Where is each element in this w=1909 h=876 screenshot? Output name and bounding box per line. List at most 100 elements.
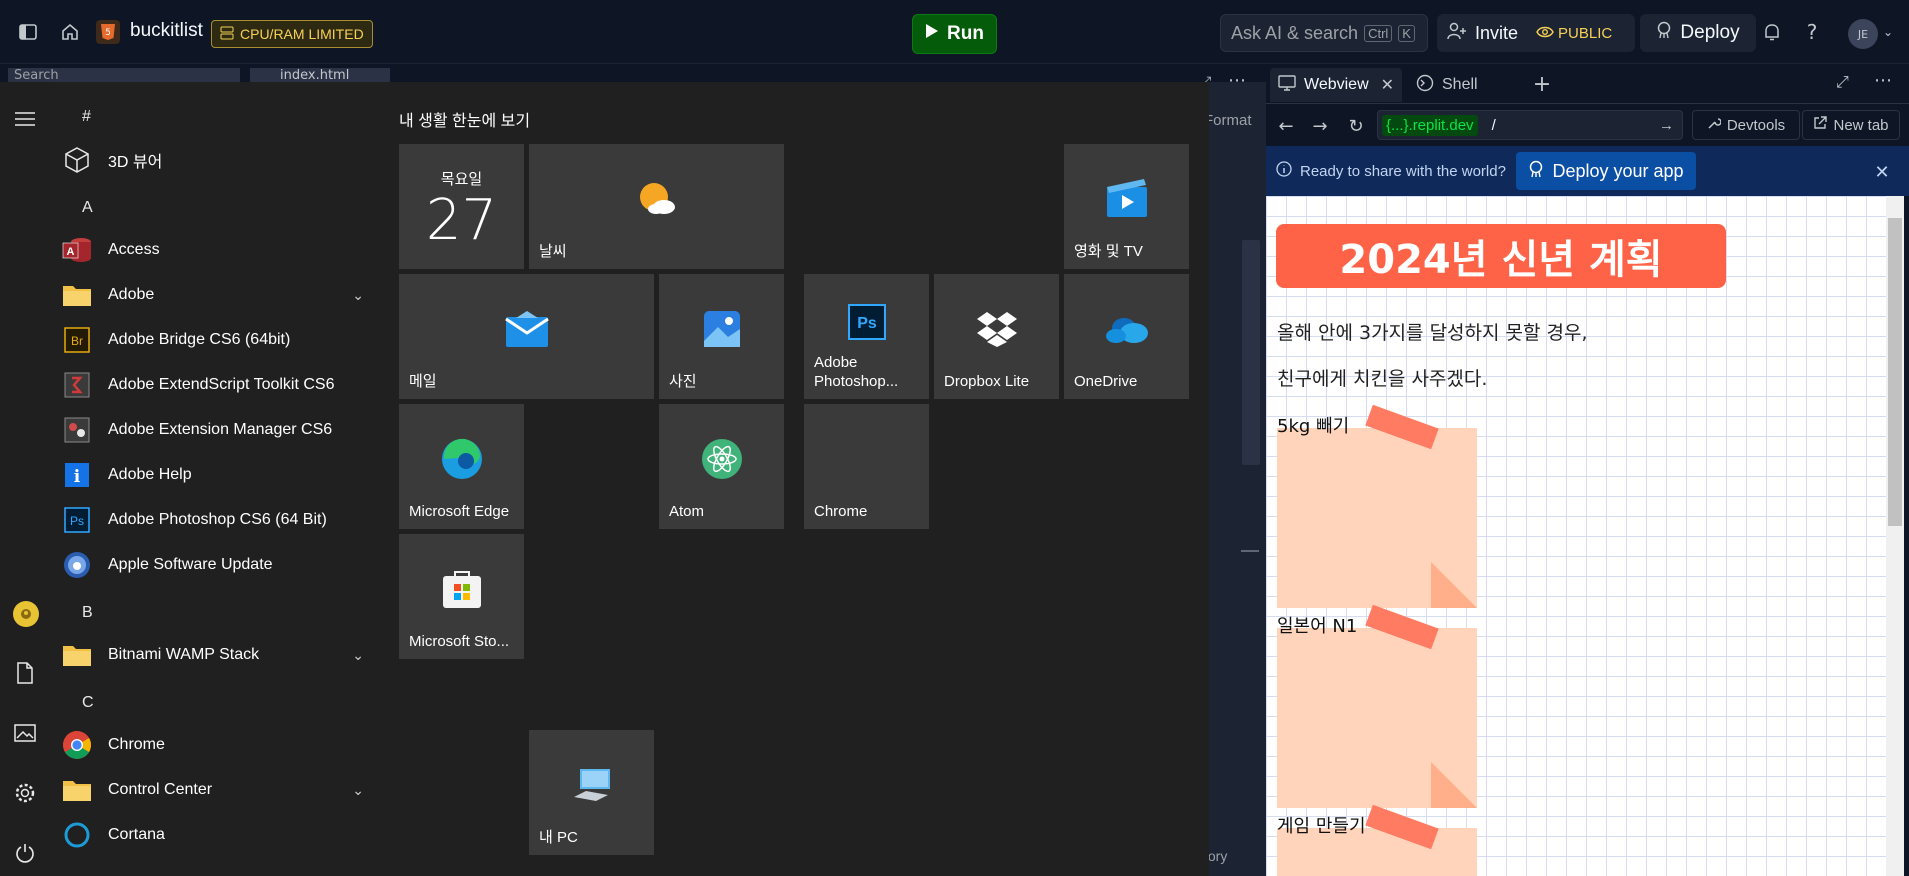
tile-label: 메일 [409, 373, 437, 390]
close-icon[interactable]: ✕ [1381, 75, 1394, 95]
monitor-icon [1278, 74, 1296, 96]
page-scrollbar-thumb[interactable] [1888, 218, 1902, 526]
sidebar-toggle-icon[interactable] [12, 16, 44, 48]
user-account-icon[interactable] [13, 601, 39, 627]
devtools-button[interactable]: Devtools [1692, 110, 1800, 140]
app-item-chrome[interactable]: Chrome [62, 725, 374, 765]
reload-icon[interactable]: ↻ [1342, 112, 1370, 140]
svg-text:Br: Br [71, 334, 83, 348]
go-arrow-icon[interactable]: → [1659, 117, 1674, 134]
tile-weather[interactable]: 날씨 [529, 144, 784, 269]
chevron-down-icon: ⌄ [352, 287, 364, 303]
repl-name[interactable]: buckitlist [130, 20, 203, 42]
expand-icon[interactable]: ⤢ [1836, 72, 1849, 92]
chevron-down-icon[interactable]: ⌄ [1872, 16, 1904, 48]
tile-dropbox[interactable]: Dropbox Lite [934, 274, 1059, 399]
tile-microsoft-store[interactable]: Microsoft Sto... [399, 534, 524, 659]
app-item-adobe-bridge[interactable]: Br Adobe Bridge CS6 (64bit) [62, 320, 374, 360]
format-button[interactable]: Format [1204, 112, 1252, 129]
tile-label: 내 PC [539, 829, 578, 846]
bell-icon[interactable] [1756, 16, 1788, 48]
editor-divider [1241, 550, 1259, 552]
app-folder-control-center[interactable]: Control Center ⌄ [62, 770, 374, 810]
tile-movies-tv[interactable]: 영화 및 TV [1064, 144, 1189, 269]
app-item-label: Adobe Bridge CS6 (64bit) [108, 331, 291, 348]
new-tab-button[interactable]: New tab [1802, 110, 1900, 140]
more-options-icon[interactable]: ⋯ [1228, 70, 1246, 91]
forward-arrow-icon[interactable]: → [1306, 112, 1334, 140]
app-item-cortana[interactable]: Cortana [62, 815, 374, 855]
app-folder-bitnami[interactable]: Bitnami WAMP Stack ⌄ [62, 635, 374, 675]
app-group-letter[interactable]: B [82, 604, 93, 622]
tile-onedrive[interactable]: OneDrive [1064, 274, 1189, 399]
resource-limit-badge[interactable]: CPU/RAM LIMITED [211, 20, 373, 48]
app-folder-adobe[interactable]: Adobe ⌄ [62, 275, 374, 315]
app-item-3d-viewer[interactable]: 3D 뷰어 [62, 140, 374, 180]
more-options-icon[interactable]: ⋯ [1874, 70, 1892, 91]
tile-mail[interactable]: 메일 [399, 274, 654, 399]
store-icon [441, 568, 483, 610]
tile-my-pc[interactable]: 내 PC [529, 730, 654, 855]
run-button[interactable]: Run [912, 14, 997, 54]
goal-label: 일본어 N1 [1277, 616, 1358, 637]
app-item-label: Access [108, 241, 160, 258]
svg-text:5: 5 [105, 28, 111, 38]
deploy-button[interactable]: Deploy [1640, 14, 1756, 52]
tile-photoshop[interactable]: Ps Adobe Photoshop... [804, 274, 929, 399]
home-icon[interactable] [54, 16, 86, 48]
app-group-letter[interactable]: # [82, 108, 91, 126]
server-icon [220, 26, 234, 43]
tile-photos[interactable]: 사진 [659, 274, 784, 399]
ai-search-box[interactable]: Ask AI & search Ctrl K [1220, 14, 1428, 52]
invite-button[interactable]: Invite PUBLIC [1437, 14, 1635, 52]
back-arrow-icon[interactable]: ← [1272, 112, 1300, 140]
access-icon: A [62, 235, 92, 265]
hamburger-menu-icon[interactable] [10, 104, 40, 134]
app-item-access[interactable]: A Access [62, 230, 374, 270]
tab-shell[interactable]: Shell [1408, 68, 1518, 102]
page-title: 2024년 신년 계획 [1276, 224, 1726, 288]
tile-calendar[interactable]: 목요일 27 [399, 144, 524, 269]
app-group-letter[interactable]: A [82, 199, 93, 217]
tile-label: Chrome [814, 503, 868, 520]
app-item-label: Adobe Photoshop CS6 (64 Bit) [108, 511, 327, 528]
documents-icon[interactable] [10, 658, 40, 688]
deploy-your-app-button[interactable]: Deploy your app [1516, 152, 1696, 190]
svg-text:Ps: Ps [70, 514, 84, 528]
app-item-label: Bitnami WAMP Stack [108, 646, 260, 663]
app-group-letter[interactable]: C [82, 694, 94, 712]
pictures-icon[interactable] [10, 718, 40, 748]
weather-icon [634, 179, 680, 219]
cube-icon [62, 145, 92, 175]
app-item-extension-manager[interactable]: Adobe Extension Manager CS6 [62, 410, 374, 450]
tile-group-title[interactable]: 내 생활 한눈에 보기 [399, 107, 530, 131]
mail-icon [504, 309, 550, 349]
tab-webview[interactable]: Webview ✕ [1270, 68, 1402, 102]
tile-atom[interactable]: Atom [659, 404, 784, 529]
shortcut-ctrl: Ctrl [1364, 24, 1393, 42]
page-line-1: 올해 안에 3가지를 달성하지 못할 경우, [1277, 322, 1588, 344]
goal-label: 게임 만들기 [1277, 816, 1366, 837]
add-user-icon [1447, 22, 1467, 45]
visibility-badge[interactable]: PUBLIC [1536, 25, 1612, 42]
url-field[interactable]: {...}.replit.dev / → [1377, 110, 1683, 140]
tile-label: Microsoft Sto... [409, 633, 510, 650]
computer-icon [572, 767, 612, 803]
cortana-icon [62, 820, 92, 850]
photos-icon [702, 309, 742, 349]
add-tab-icon[interactable]: + [1530, 72, 1554, 97]
help-icon[interactable]: ? [1796, 16, 1828, 48]
tile-label: OneDrive [1074, 373, 1138, 390]
tile-chrome[interactable]: Chrome [804, 404, 929, 529]
app-item-extendscript[interactable]: Adobe ExtendScript Toolkit CS6 [62, 365, 374, 405]
power-icon[interactable] [10, 838, 40, 868]
new-tab-label: New tab [1833, 116, 1889, 134]
close-icon[interactable]: ✕ [1870, 160, 1894, 184]
app-item-apple-update[interactable]: Apple Software Update [62, 545, 374, 585]
tile-edge[interactable]: Microsoft Edge [399, 404, 524, 529]
editor-scrollbar[interactable] [1242, 240, 1260, 465]
app-item-adobe-help[interactable]: i Adobe Help [62, 455, 374, 495]
sticky-note [1277, 604, 1477, 808]
app-item-photoshop-cs6[interactable]: Ps Adobe Photoshop CS6 (64 Bit) [62, 500, 374, 540]
settings-gear-icon[interactable] [10, 778, 40, 808]
